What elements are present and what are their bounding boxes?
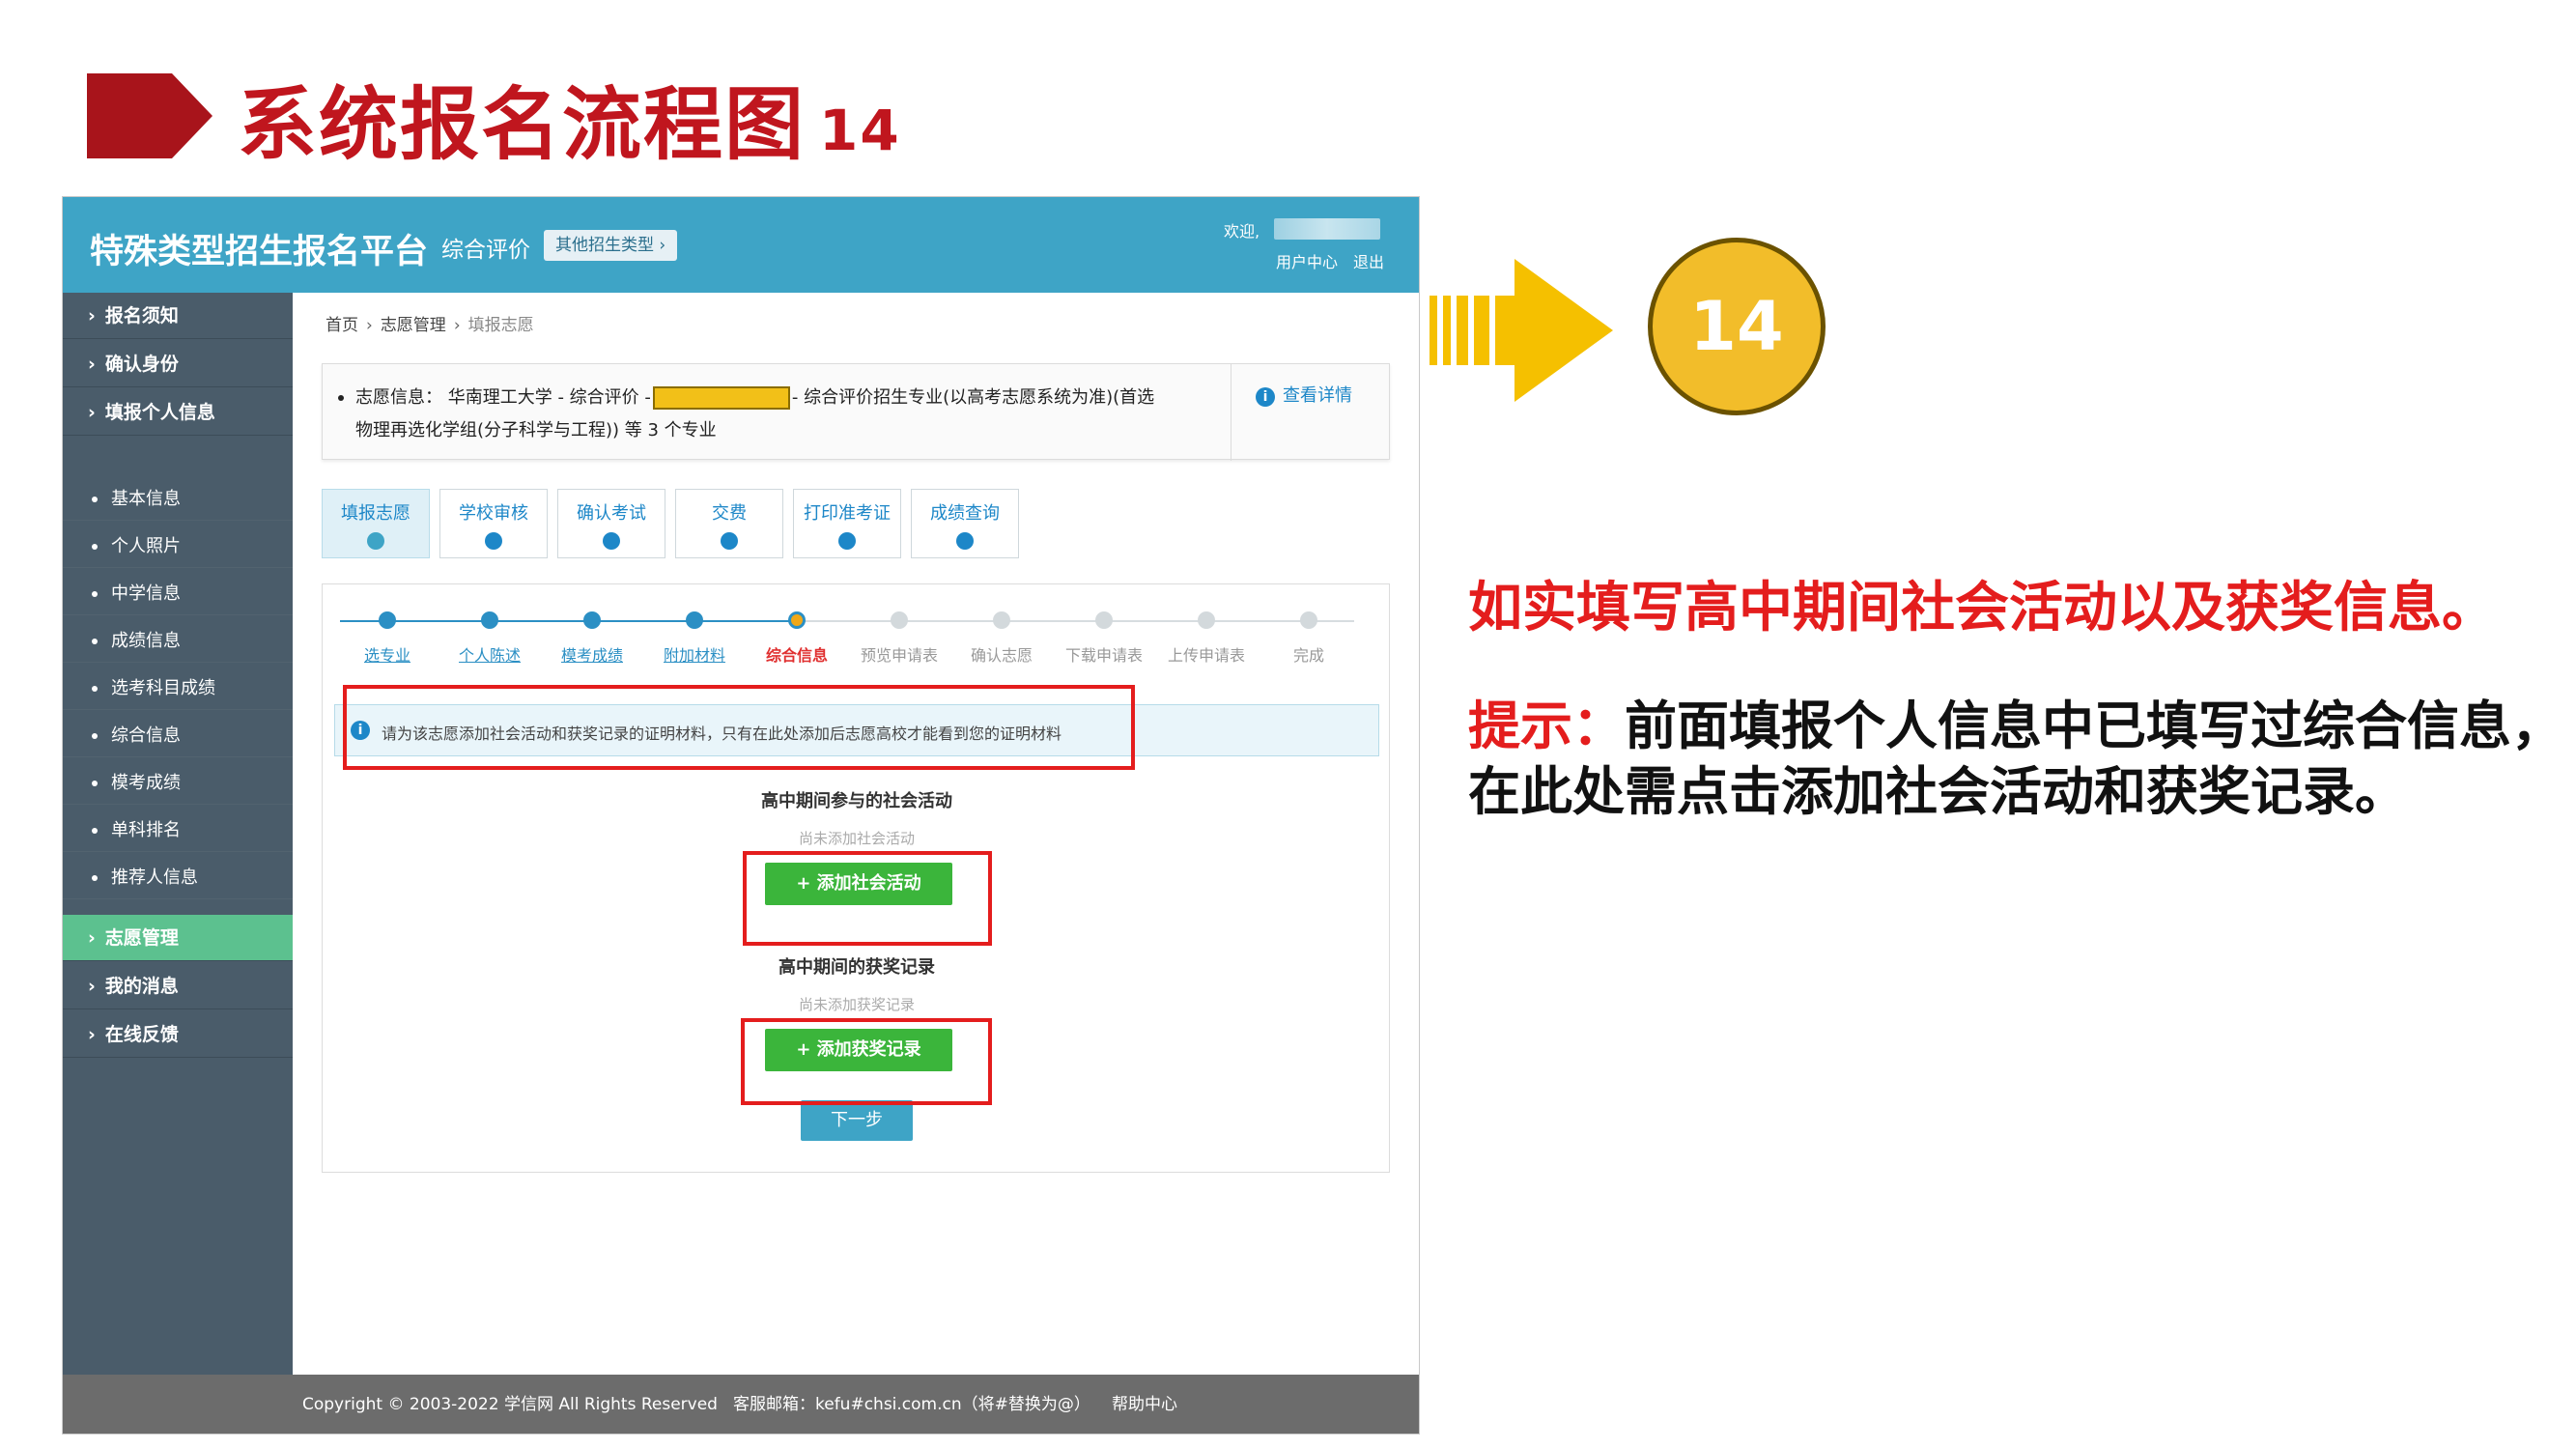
welcome-text: 欢迎, bbox=[1224, 222, 1260, 241]
step-attachments[interactable]: 附加材料 bbox=[641, 611, 748, 666]
breadcrumb: 首页 › 志愿管理 › 填报志愿 bbox=[326, 311, 534, 335]
volunteer-info-text: 志愿信息： 华南理工大学 - 综合评价 -- 综合评价招生专业(以高考志愿系统为… bbox=[338, 382, 1227, 447]
sidebar-item-personal-info[interactable]: › 填报个人信息 bbox=[63, 389, 293, 436]
step-mock-scores[interactable]: 模考成绩 bbox=[539, 611, 645, 666]
step-select-major[interactable]: 选专业 bbox=[334, 611, 440, 666]
redacted-field bbox=[652, 386, 790, 410]
view-details-link[interactable]: i 查看详情 bbox=[1256, 382, 1352, 407]
breadcrumb-current: 填报志愿 bbox=[467, 316, 534, 335]
highlight-add-activity bbox=[743, 851, 992, 946]
slide: 系统报名流程图 14 特殊类型招生报名平台 综合评价 其他招生类型 › 欢迎, 用… bbox=[0, 0, 2576, 1449]
step-number-badge: 14 bbox=[1648, 238, 1826, 415]
sidebar-subitem-subject-rank[interactable]: 单科排名 bbox=[63, 810, 293, 852]
sidebar-subitem-comprehensive[interactable]: 综合信息 bbox=[63, 715, 293, 757]
footer-help[interactable]: 帮助中心 bbox=[1112, 1375, 1177, 1434]
sidebar-item-confirm-identity[interactable]: › 确认身份 bbox=[63, 341, 293, 387]
tab-school-review[interactable]: 学校审核 bbox=[439, 489, 548, 558]
annotation-hint: 提示：前面填报个人信息中已填写过综合信息， 在此处需点击添加社会活动和获奖记录。 bbox=[1468, 694, 2563, 825]
chevron-right-icon: › bbox=[659, 236, 666, 255]
hint-line2: 在此处需点击添加社会活动和获奖记录。 bbox=[1468, 761, 2407, 822]
redacted-username bbox=[1274, 218, 1380, 240]
slide-number: 14 bbox=[819, 97, 901, 163]
status-dot-icon bbox=[838, 532, 856, 550]
step-confirm-volunteer: 确认志愿 bbox=[948, 611, 1055, 666]
activities-empty: 尚未添加社会活动 bbox=[798, 830, 915, 847]
step-dot-icon bbox=[583, 611, 601, 629]
step-dot-icon bbox=[1198, 611, 1215, 629]
step-dot-icon bbox=[481, 611, 498, 629]
chevron-right-icon: › bbox=[88, 354, 96, 375]
step-dot-icon bbox=[891, 611, 908, 629]
tab-payment[interactable]: 交费 bbox=[675, 489, 783, 558]
footer-email: 客服邮箱：kefu#chsi.com.cn（将#替换为@） bbox=[733, 1395, 1090, 1414]
info-icon: i bbox=[1256, 387, 1275, 407]
next-step-button[interactable]: 下一步 bbox=[801, 1100, 913, 1141]
logout-link[interactable]: 退出 bbox=[1353, 253, 1384, 271]
status-dot-icon bbox=[367, 532, 384, 550]
chevron-right-icon: › bbox=[88, 1024, 96, 1045]
app-header: 特殊类型招生报名平台 综合评价 其他招生类型 › 欢迎, 用户中心 退出 bbox=[63, 197, 1419, 293]
arrow-right-icon bbox=[1430, 259, 1613, 402]
status-dot-icon bbox=[721, 532, 738, 550]
step-dot-icon bbox=[1300, 611, 1317, 629]
status-dot-icon bbox=[956, 532, 974, 550]
sidebar-subitem-referee[interactable]: 推荐人信息 bbox=[63, 857, 293, 899]
highlight-add-award bbox=[741, 1018, 992, 1105]
hint-line1: 前面填报个人信息中已填写过综合信息， bbox=[1625, 696, 2563, 756]
app-screenshot: 特殊类型招生报名平台 综合评价 其他招生类型 › 欢迎, 用户中心 退出 › 报名须… bbox=[62, 196, 1420, 1435]
chevron-right-icon: › bbox=[453, 316, 461, 335]
sidebar-subitem-school[interactable]: 中学信息 bbox=[63, 573, 293, 615]
step-dot-icon bbox=[379, 611, 396, 629]
step-dot-icon bbox=[686, 611, 703, 629]
highlight-notice bbox=[343, 685, 1135, 770]
app-category: 综合评价 bbox=[441, 238, 530, 263]
sidebar-subitem-grades[interactable]: 成绩信息 bbox=[63, 620, 293, 663]
activities-title: 高中期间参与的社会活动 bbox=[761, 791, 952, 811]
breadcrumb-volunteer-management[interactable]: 志愿管理 bbox=[381, 316, 446, 335]
chevron-right-icon: › bbox=[88, 927, 96, 949]
awards-empty: 尚未添加获奖记录 bbox=[798, 996, 915, 1013]
chevron-right-icon: › bbox=[88, 305, 96, 327]
step-complete: 完成 bbox=[1256, 611, 1362, 666]
tab-print-ticket[interactable]: 打印准考证 bbox=[793, 489, 901, 558]
step-personal-statement[interactable]: 个人陈述 bbox=[437, 611, 543, 666]
title-arrow-icon bbox=[87, 73, 212, 158]
sidebar-subitem-mock-exam[interactable]: 模考成绩 bbox=[63, 762, 293, 805]
step-dot-icon bbox=[1095, 611, 1113, 629]
footer-copyright: Copyright © 2003-2022 学信网 All Rights Res… bbox=[302, 1395, 718, 1414]
app-footer: Copyright © 2003-2022 学信网 All Rights Res… bbox=[63, 1375, 1419, 1434]
status-dot-icon bbox=[603, 532, 620, 550]
user-links: 用户中心 退出 bbox=[1276, 249, 1400, 272]
step-upload-form: 上传申请表 bbox=[1153, 611, 1260, 666]
app-brand[interactable]: 特殊类型招生报名平台 bbox=[90, 224, 428, 273]
tab-fill-volunteer[interactable]: 填报志愿 bbox=[322, 489, 430, 558]
tab-confirm-exam[interactable]: 确认考试 bbox=[557, 489, 665, 558]
sidebar-item-feedback[interactable]: › 在线反馈 bbox=[63, 1011, 293, 1058]
step-comprehensive-info[interactable]: 综合信息 bbox=[744, 611, 850, 666]
user-center-link[interactable]: 用户中心 bbox=[1276, 253, 1338, 271]
tab-score-query[interactable]: 成绩查询 bbox=[911, 489, 1019, 558]
slide-title: 系统报名流程图 14 bbox=[238, 79, 901, 171]
volunteer-info-box: 志愿信息： 华南理工大学 - 综合评价 -- 综合评价招生专业(以高考志愿系统为… bbox=[322, 363, 1390, 461]
step-preview-form: 预览申请表 bbox=[846, 611, 952, 666]
sidebar-subitem-elective-grades[interactable]: 选考科目成绩 bbox=[63, 668, 293, 710]
other-types-button[interactable]: 其他招生类型 › bbox=[544, 230, 678, 261]
sidebar: › 报名须知 › 确认身份 › 填报个人信息 基本信息 个人照片 中学信息 成绩信息 … bbox=[63, 293, 293, 1375]
sidebar-subitem-photo[interactable]: 个人照片 bbox=[63, 526, 293, 568]
chevron-right-icon: › bbox=[88, 402, 96, 423]
sidebar-item-messages[interactable]: › 我的消息 bbox=[63, 963, 293, 1009]
sidebar-subitem-basic[interactable]: 基本信息 bbox=[63, 478, 293, 521]
step-dot-icon bbox=[788, 611, 806, 629]
status-dot-icon bbox=[485, 532, 502, 550]
hint-label: 提示： bbox=[1468, 696, 1625, 756]
breadcrumb-home[interactable]: 首页 bbox=[326, 316, 358, 335]
chevron-right-icon: › bbox=[366, 316, 373, 335]
sidebar-item-registration-notice[interactable]: › 报名须知 bbox=[63, 293, 293, 339]
step-dot-icon bbox=[993, 611, 1010, 629]
annotation-main: 如实填写高中期间社会活动以及获奖信息。 bbox=[1468, 577, 2496, 639]
sidebar-item-volunteer-management[interactable]: › 志愿管理 bbox=[63, 915, 293, 961]
chevron-right-icon: › bbox=[88, 976, 96, 997]
awards-title: 高中期间的获奖记录 bbox=[778, 957, 935, 978]
step-download-form: 下载申请表 bbox=[1051, 611, 1157, 666]
